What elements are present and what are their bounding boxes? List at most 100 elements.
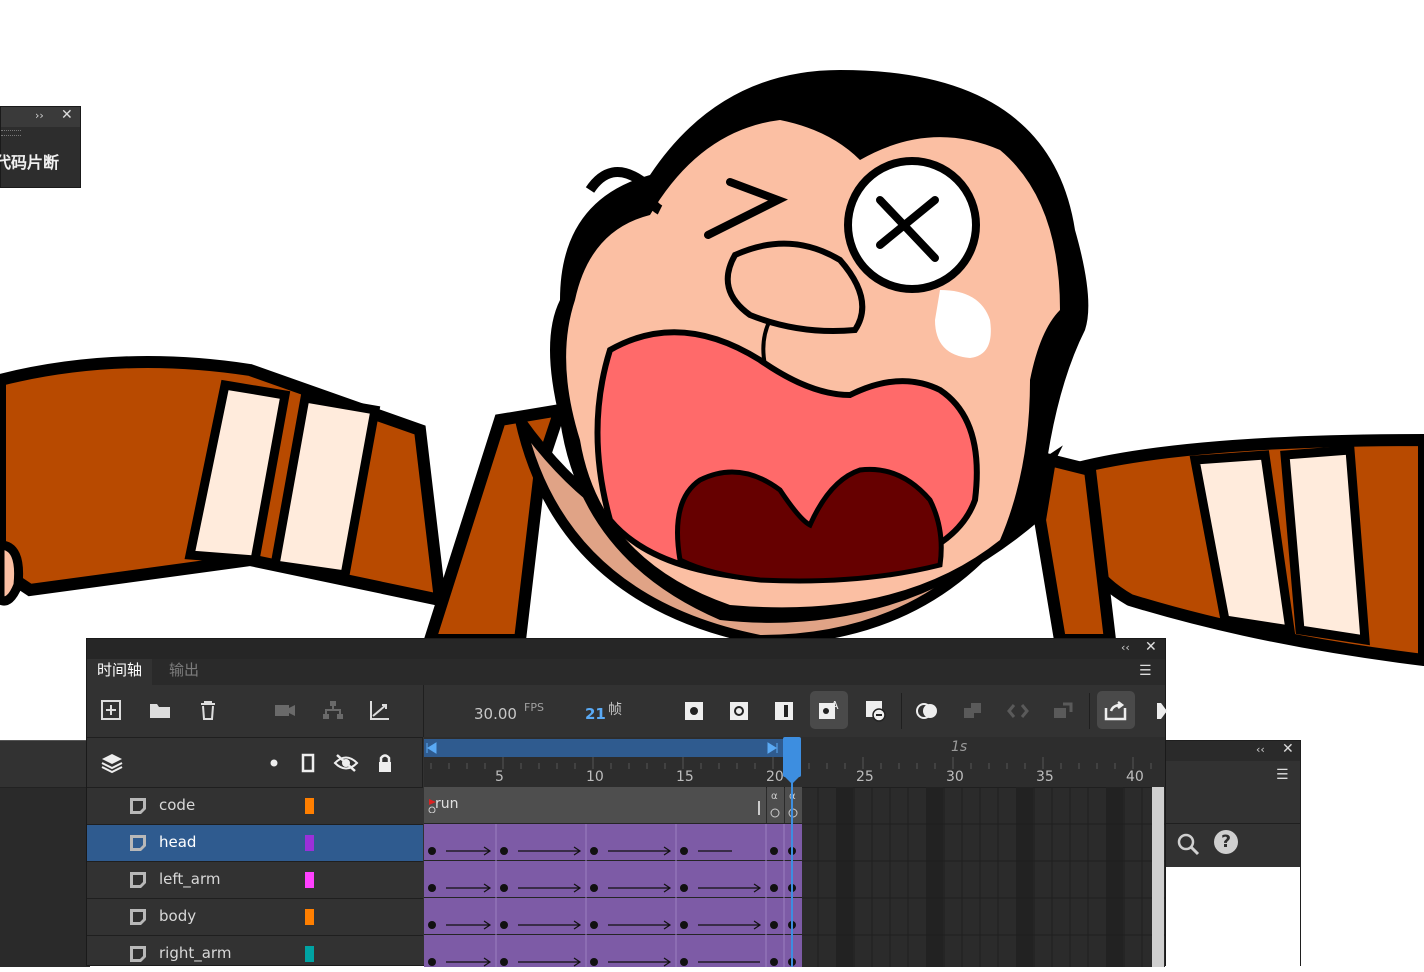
lock-icon[interactable] xyxy=(372,750,398,776)
left-dock-panel xyxy=(0,740,90,967)
layer-row-head[interactable]: head xyxy=(87,824,423,861)
action-keyframe-icon: α xyxy=(788,791,798,818)
ruler-tick-40: 40 xyxy=(1126,769,1144,785)
frame-label[interactable]: run xyxy=(435,796,459,812)
playhead-handle[interactable] xyxy=(783,737,801,777)
action-keyframe-icon: α xyxy=(770,791,780,818)
layer-icon xyxy=(130,909,146,925)
collapse-panel-button[interactable]: ‹‹ xyxy=(1256,743,1265,756)
library-list[interactable] xyxy=(1166,867,1300,967)
camera-icon[interactable] xyxy=(272,697,298,723)
tab-output[interactable]: 输出 xyxy=(159,659,209,685)
play-icon[interactable] xyxy=(1149,698,1175,724)
playhead-line xyxy=(791,783,793,967)
frames-row-code[interactable]: run α α xyxy=(424,787,1165,824)
outline-icon[interactable] xyxy=(295,750,321,776)
trash-icon[interactable] xyxy=(195,697,221,723)
insert-blank-keyframe-icon[interactable] xyxy=(726,698,752,724)
tween-spans[interactable] xyxy=(424,824,804,967)
library-panel: ‹‹ ✕ ☰ ? xyxy=(1163,740,1301,967)
layer-color-swatch[interactable] xyxy=(305,835,314,851)
ruler-tick-10: 10 xyxy=(586,769,604,785)
layer-color-swatch[interactable] xyxy=(305,872,314,888)
left-arm-artwork xyxy=(0,356,447,608)
layer-row-body[interactable]: body xyxy=(87,898,423,935)
ruler-tick-35: 35 xyxy=(1036,769,1054,785)
tab-timeline[interactable]: 时间轴 xyxy=(87,659,153,685)
panel-menu-icon[interactable]: ☰ xyxy=(1276,767,1289,783)
folder-icon[interactable] xyxy=(147,697,173,723)
close-panel-button[interactable]: ✕ xyxy=(1282,741,1294,757)
layer-icon xyxy=(130,835,146,851)
layer-name[interactable]: code xyxy=(159,796,195,814)
panel-header: ›› ✕ xyxy=(1,107,80,127)
close-panel-button[interactable]: ✕ xyxy=(61,107,73,123)
code-snippets-label[interactable]: 代码片断 xyxy=(0,149,59,173)
plus-square-icon[interactable] xyxy=(98,697,124,723)
insert-keyframe-icon[interactable] xyxy=(681,698,707,724)
layer-color-swatch[interactable] xyxy=(305,798,314,814)
auto-keyframe-icon[interactable]: A xyxy=(816,698,842,724)
frame-unit: 帧 xyxy=(608,702,622,718)
layer-icon xyxy=(130,946,146,962)
eye-off-icon[interactable] xyxy=(333,750,359,776)
layer-icon xyxy=(130,798,146,814)
close-panel-button[interactable]: ✕ xyxy=(1145,639,1157,655)
library-panel-header: ‹‹ ✕ xyxy=(1164,741,1300,761)
ruler-tick-5: 5 xyxy=(495,769,504,785)
head-artwork xyxy=(550,70,1089,623)
ruler-tick-20: 20 xyxy=(766,769,784,785)
layer-name[interactable]: head xyxy=(159,833,196,851)
fps-value[interactable]: 30.00 xyxy=(474,705,517,723)
expand-panel-button[interactable]: ›› xyxy=(35,109,44,122)
ruler-tick-30: 30 xyxy=(946,769,964,785)
dot-icon[interactable] xyxy=(261,750,287,776)
playback-range[interactable] xyxy=(424,739,784,757)
library-tools: ? xyxy=(1164,823,1300,868)
ruler-tick-15: 15 xyxy=(676,769,694,785)
timeline-titlebar[interactable]: ‹‹ ✕ xyxy=(87,639,1165,659)
hierarchy-icon[interactable] xyxy=(320,697,346,723)
layer-color-swatch[interactable] xyxy=(305,909,314,925)
collapse-panel-button[interactable]: ‹‹ xyxy=(1121,641,1130,654)
timeline-scrollbar[interactable] xyxy=(1152,787,1164,967)
graph-icon[interactable] xyxy=(367,697,393,723)
layer-row-right-arm[interactable]: right_arm xyxy=(87,935,423,972)
current-frame-value[interactable]: 21 xyxy=(585,705,606,723)
export-icon[interactable] xyxy=(1103,698,1129,724)
layer-name[interactable]: right_arm xyxy=(159,944,231,962)
layer-row-left-arm[interactable]: left_arm xyxy=(87,861,423,898)
remove-frame-icon[interactable] xyxy=(863,698,889,724)
layer-color-swatch[interactable] xyxy=(305,946,314,962)
layer-name[interactable]: body xyxy=(159,907,196,925)
edit-multiple-frames-icon[interactable] xyxy=(960,698,986,724)
range-end-marker-icon[interactable] xyxy=(766,742,778,754)
onion-skin-icon[interactable] xyxy=(915,698,941,724)
panel-tabs: 时间轴 输出 ☰ xyxy=(87,659,1165,685)
sync-icon[interactable] xyxy=(1050,698,1076,724)
one-second-marker: 1s xyxy=(951,739,968,755)
insert-frame-icon[interactable] xyxy=(771,698,797,724)
search-icon[interactable] xyxy=(1176,832,1200,856)
code-snippets-panel: ›› ✕ 代码片断 xyxy=(0,106,81,188)
svg-text:A: A xyxy=(831,699,839,712)
layer-row-code[interactable]: code xyxy=(87,787,423,824)
range-start-marker-icon[interactable] xyxy=(426,742,438,754)
panel-grip[interactable] xyxy=(1,130,21,136)
svg-text:α: α xyxy=(771,791,778,802)
frame-span-end xyxy=(758,801,760,815)
layer-toolbar xyxy=(87,685,424,737)
fps-unit: FPS xyxy=(524,701,544,714)
layers-icon[interactable] xyxy=(99,750,125,776)
code-frame-span[interactable] xyxy=(424,787,766,823)
timeline-toolbar: 30.00 FPS 21 帧 A xyxy=(87,685,1167,737)
layer-icon xyxy=(130,872,146,888)
frames-area[interactable]: 1s 5 10 15 20 25 30 35 40 run α xyxy=(424,737,1165,967)
loop-icon[interactable] xyxy=(1005,698,1031,724)
layer-name[interactable]: left_arm xyxy=(159,870,221,888)
toolbar-divider xyxy=(1089,693,1090,729)
timeline-panel: ‹‹ ✕ 时间轴 输出 ☰ 30.00 FPS 21 帧 A code head… xyxy=(86,638,1167,967)
panel-menu-icon[interactable]: ☰ xyxy=(1139,663,1152,679)
help-icon[interactable]: ? xyxy=(1214,830,1238,854)
ruler-tick-25: 25 xyxy=(856,769,874,785)
